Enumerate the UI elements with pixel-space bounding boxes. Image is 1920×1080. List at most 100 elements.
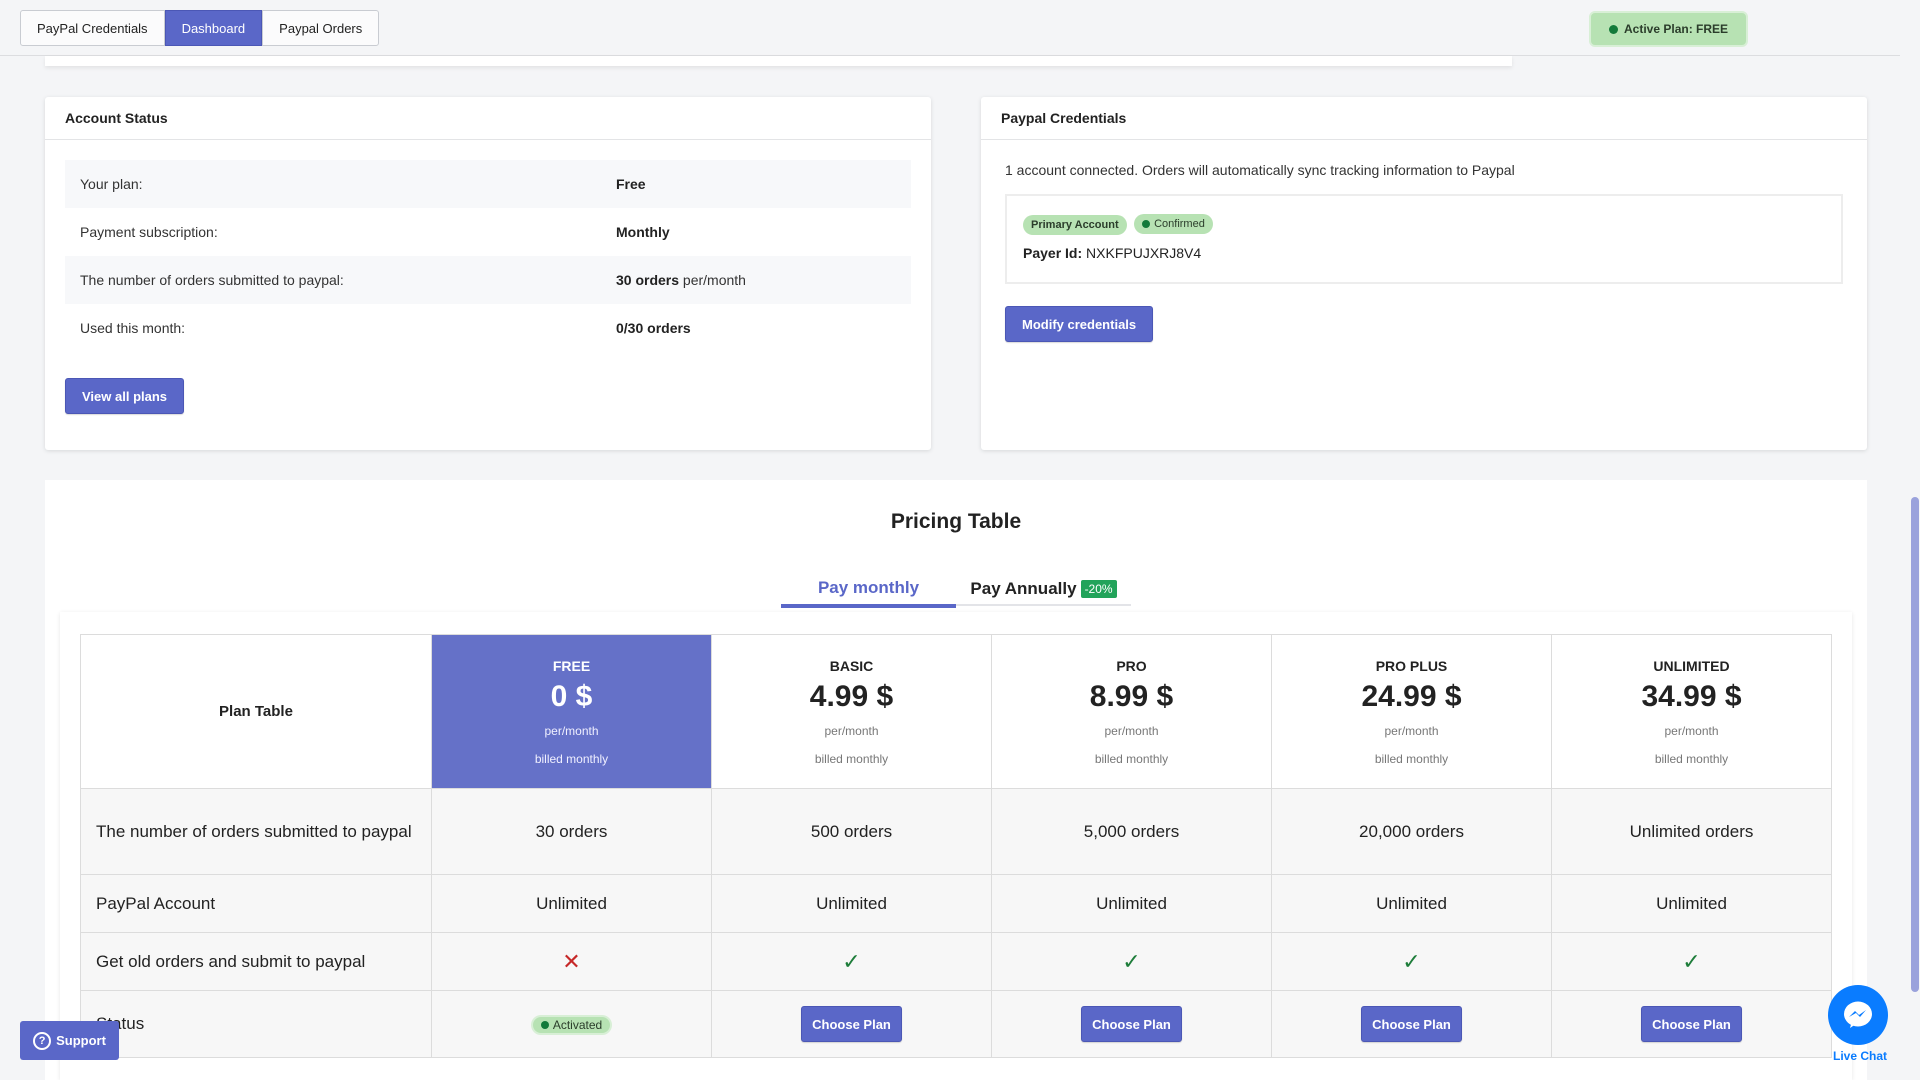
- status-cell: Activated: [431, 990, 712, 1058]
- plan-price: 24.99 $: [1361, 679, 1462, 713]
- active-plan-label: Active Plan: FREE: [1624, 22, 1729, 36]
- table-row-paypal-account: PayPal Account Unlimited Unlimited Unlimit…: [80, 874, 1832, 933]
- pricing-table: Plan Table FREE 0 $ per/month billed monthl…: [80, 634, 1832, 1058]
- plan-header-free: FREE 0 $ per/month billed monthly: [431, 634, 712, 789]
- plan-table-label: Plan Table: [80, 634, 432, 789]
- tab-paypal-credentials[interactable]: PayPal Credentials: [20, 10, 165, 46]
- top-bar: PayPal Credentials Dashboard Paypal Orde…: [0, 0, 1900, 56]
- table-row-orders: The number of orders submitted to paypal…: [80, 788, 1832, 875]
- table-row-old-orders: Get old orders and submit to paypal ✕ ✓ ✓ ✓…: [80, 932, 1832, 991]
- paypal-credentials-title: Paypal Credentials: [981, 97, 1867, 140]
- live-chat-label: Live Chat: [1832, 1049, 1887, 1063]
- plan-period: per/month: [544, 723, 599, 738]
- row-value: 30 orders per/month: [616, 272, 746, 288]
- plan-name: FREE: [552, 657, 591, 674]
- table-row-status: Status Activated Choose Plan Choose Plan Ch…: [80, 990, 1832, 1058]
- plan-billing: billed monthly: [534, 751, 609, 766]
- plan-name: UNLIMITED: [1653, 657, 1730, 674]
- plan-header-pro: PRO 8.99 $ per/month billed monthly: [991, 634, 1272, 789]
- messenger-icon: [1844, 1001, 1872, 1028]
- feature-label: PayPal Account: [80, 874, 432, 933]
- orders-cell: 5,000 orders: [991, 788, 1272, 875]
- orders-cell: 500 orders: [711, 788, 992, 875]
- old-orders-cell: ✕: [431, 932, 712, 991]
- confirmed-badge: Confirmed: [1134, 214, 1213, 234]
- old-orders-cell: ✓: [991, 932, 1272, 991]
- feature-label: Get old orders and submit to paypal: [80, 932, 432, 991]
- choose-plan-button-basic[interactable]: Choose Plan: [801, 1006, 902, 1042]
- modify-credentials-button[interactable]: Modify credentials: [1005, 306, 1154, 342]
- plan-header-basic: BASIC 4.99 $ per/month billed monthly: [711, 634, 992, 789]
- choose-plan-button-unlimited[interactable]: Choose Plan: [1641, 1006, 1742, 1042]
- tab-dashboard[interactable]: Dashboard: [164, 10, 263, 46]
- plan-name: BASIC: [829, 657, 874, 674]
- activated-badge: Activated: [530, 1014, 613, 1035]
- messenger-chat-button[interactable]: [1828, 985, 1888, 1045]
- plan-price: 34.99 $: [1641, 679, 1742, 713]
- old-orders-cell: ✓: [1271, 932, 1552, 991]
- plan-billing: billed monthly: [1654, 751, 1729, 766]
- check-icon: ✓: [842, 948, 861, 974]
- tab-paypal-orders[interactable]: Paypal Orders: [262, 10, 380, 46]
- billing-toggle: Pay monthly Pay Annually -20%: [781, 572, 1131, 608]
- status-dot-icon: [1142, 220, 1151, 228]
- account-box: Primary Account Confirmed Payer Id: NXKF…: [1005, 194, 1843, 284]
- choose-plan-button-pro[interactable]: Choose Plan: [1081, 1006, 1182, 1042]
- plan-billing: billed monthly: [1094, 751, 1169, 766]
- tab-pay-annually[interactable]: Pay Annually -20%: [956, 572, 1131, 606]
- account-status-rows: Your plan: Free Payment subscription: Mo…: [65, 160, 911, 352]
- nav-tabs: PayPal Credentials Dashboard Paypal Orde…: [20, 10, 380, 46]
- header-strip: [45, 56, 1512, 66]
- feature-label: Status: [80, 990, 432, 1058]
- primary-account-badge: Primary Account: [1023, 215, 1127, 235]
- orders-cell: 20,000 orders: [1271, 788, 1552, 875]
- plan-billing: billed monthly: [1374, 751, 1449, 766]
- plan-period: per/month: [824, 723, 879, 738]
- plan-price: 4.99 $: [809, 679, 894, 713]
- tab-pay-monthly[interactable]: Pay monthly: [781, 572, 956, 608]
- status-dot-icon: [540, 1020, 549, 1029]
- plan-price: 0 $: [550, 679, 593, 713]
- plan-name: PRO: [1116, 657, 1147, 674]
- credentials-description: 1 account connected. Orders will automat…: [1005, 162, 1515, 178]
- paypal-account-cell: Unlimited: [1551, 874, 1832, 933]
- support-button[interactable]: ? Support: [20, 1021, 119, 1060]
- plan-period: per/month: [1664, 723, 1719, 738]
- old-orders-cell: ✓: [711, 932, 992, 991]
- choose-plan-button-pro-plus[interactable]: Choose Plan: [1361, 1006, 1462, 1042]
- account-row-used: Used this month: 0/30 orders: [65, 304, 911, 352]
- help-icon: ?: [33, 1031, 52, 1050]
- old-orders-cell: ✓: [1551, 932, 1832, 991]
- row-label: Your plan:: [80, 176, 143, 192]
- row-label: Used this month:: [80, 320, 186, 336]
- plan-header-row: Plan Table FREE 0 $ per/month billed monthl…: [80, 634, 1832, 789]
- plan-price: 8.99 $: [1089, 679, 1174, 713]
- active-plan-badge: Active Plan: FREE: [1589, 11, 1749, 47]
- check-icon: ✓: [1402, 948, 1421, 974]
- account-status-card: Account Status Your plan: Free Payment s…: [45, 97, 931, 450]
- row-label: Payment subscription:: [80, 224, 218, 240]
- cross-icon: ✕: [562, 948, 581, 974]
- check-icon: ✓: [1122, 948, 1141, 974]
- plan-billing: billed monthly: [814, 751, 889, 766]
- orders-cell: Unlimited orders: [1551, 788, 1832, 875]
- status-cell: Choose Plan: [1271, 990, 1552, 1058]
- view-all-plans-button[interactable]: View all plans: [65, 378, 185, 414]
- status-cell: Choose Plan: [991, 990, 1272, 1058]
- payer-id: Payer Id: NXKFPUJXRJ8V4: [1023, 245, 1202, 261]
- orders-cell: 30 orders: [431, 788, 712, 875]
- page-scrollbar[interactable]: [1911, 497, 1919, 992]
- paypal-account-cell: Unlimited: [711, 874, 992, 933]
- paypal-account-cell: Unlimited: [1271, 874, 1552, 933]
- plan-name: PRO PLUS: [1375, 657, 1448, 674]
- plan-period: per/month: [1104, 723, 1159, 738]
- plan-header-pro-plus: PRO PLUS 24.99 $ per/month billed monthly: [1271, 634, 1552, 789]
- paypal-credentials-card: Paypal Credentials 1 account connected. …: [981, 97, 1867, 450]
- paypal-account-cell: Unlimited: [991, 874, 1272, 933]
- row-value: Free: [616, 176, 646, 192]
- account-row-plan: Your plan: Free: [65, 160, 911, 208]
- feature-label: The number of orders submitted to paypal: [80, 788, 432, 875]
- status-dot-icon: [1609, 24, 1618, 34]
- paypal-account-cell: Unlimited: [431, 874, 712, 933]
- account-status-title: Account Status: [45, 97, 931, 140]
